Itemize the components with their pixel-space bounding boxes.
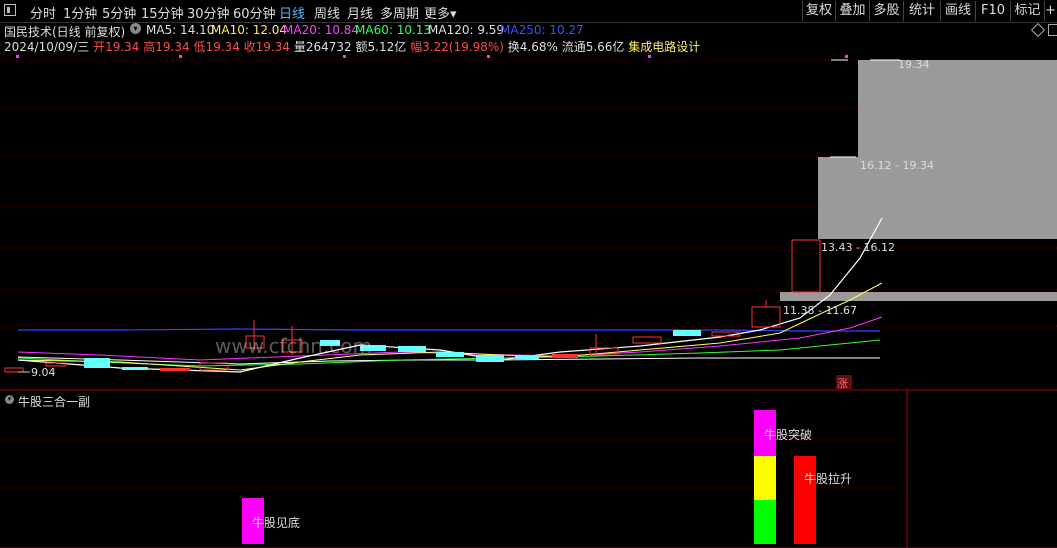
close-value: 19.34 xyxy=(255,40,291,54)
close-label: 收 xyxy=(243,40,256,54)
f10-button[interactable]: F10 xyxy=(975,1,1010,21)
period-tab-fenshi[interactable]: 分时 xyxy=(30,3,56,22)
zone-label-19: 19.34 xyxy=(898,58,930,71)
period-tab-multi[interactable]: 多周期 xyxy=(380,3,419,22)
low-label: 低 xyxy=(193,40,206,54)
period-tab-60min[interactable]: 60分钟 xyxy=(233,3,276,22)
amount-value: 额5.12亿 xyxy=(355,40,407,54)
bar-breakout-mid xyxy=(754,456,776,500)
ma5-line xyxy=(17,217,883,373)
high-value: 19.34 xyxy=(155,40,190,54)
mark-button[interactable]: 标记 xyxy=(1010,1,1044,21)
signal-breakout-label: 牛股突破 xyxy=(764,428,813,442)
turnover-value: 换4.68% xyxy=(507,40,558,54)
change-label: 幅 xyxy=(410,40,423,54)
zone-label-16-19: 16.12 - 19.34 xyxy=(860,159,934,172)
kline-chart[interactable] xyxy=(0,0,1057,548)
high-label: 高 xyxy=(143,40,156,54)
quote-date: 2024/10/09/三 xyxy=(4,40,90,54)
period-tab-more[interactable]: 更多▾ xyxy=(424,3,457,22)
signal-rise-label: 牛股拉升 xyxy=(804,472,853,486)
price-low-label: 9.04 xyxy=(31,366,56,379)
ma5-value: MA5: 14.10 xyxy=(146,23,215,37)
settings-dropdown-icon[interactable]: ▾ xyxy=(130,23,141,34)
period-tab-1min[interactable]: 1分钟 xyxy=(63,3,97,22)
stats-button[interactable]: 统计 xyxy=(903,1,940,21)
quote-line: 2024/10/09/三 开19.34 高19.34 低19.34 收19.34… xyxy=(4,38,700,55)
panel-toggle-icon[interactable] xyxy=(4,4,16,16)
draw-line-button[interactable]: 画线 xyxy=(940,1,975,21)
period-toolbar: 分时 1分钟 5分钟 15分钟 30分钟 60分钟 日线 周线 月线 多周期 更… xyxy=(0,0,1057,23)
bar-breakout-low xyxy=(754,500,776,544)
open-label: 开 xyxy=(93,40,106,54)
add-watchlist-button[interactable]: +自 xyxy=(1044,1,1057,21)
overlay-button[interactable]: 叠加 xyxy=(835,1,869,21)
ma120-value: MA120: 9.59 xyxy=(428,23,505,37)
period-tab-monthly[interactable]: 月线 xyxy=(347,3,373,22)
change-value: 3.22(19.98%) xyxy=(422,40,504,54)
ma120-line xyxy=(18,328,880,332)
signal-bottom-label: 牛股见底 xyxy=(252,516,301,530)
float-cap-value: 流通5.66亿 xyxy=(561,40,625,54)
ma10-value: MA10: 12.04 xyxy=(211,23,288,37)
ma250-line xyxy=(17,356,880,365)
ma20-value: MA20: 10.84 xyxy=(283,23,360,37)
volume-value: 量264732 xyxy=(293,40,352,54)
period-tab-15min[interactable]: 15分钟 xyxy=(141,3,184,22)
zone-label-11: 11.38 - 11.67 xyxy=(783,304,857,317)
indicator-dropdown-icon[interactable]: ▾ xyxy=(5,395,14,404)
watermark: www.cfchn.com xyxy=(215,334,373,358)
period-tab-daily[interactable]: 日线 xyxy=(279,3,305,22)
window-icon[interactable] xyxy=(1048,24,1057,36)
chevron-down-icon: ▾ xyxy=(450,7,457,22)
sector-value: 集成电路设计 xyxy=(628,40,701,54)
zone-label-13-16: 13.43 - 16.12 xyxy=(821,241,895,254)
period-tab-30min[interactable]: 30分钟 xyxy=(187,3,230,22)
zone-19 xyxy=(858,60,1057,157)
zone-11 xyxy=(780,292,1057,301)
low-value: 19.34 xyxy=(205,40,240,54)
ma250-value: MA250: 10.27 xyxy=(500,23,584,37)
multi-stock-button[interactable]: 多股 xyxy=(869,1,903,21)
zhang-tag: 涨 xyxy=(837,377,848,390)
period-tab-5min[interactable]: 5分钟 xyxy=(102,3,136,22)
period-tab-weekly[interactable]: 周线 xyxy=(314,3,340,22)
ma60-value: MA60: 10.13 xyxy=(355,23,432,37)
zone-16 xyxy=(818,157,1057,239)
open-value: 19.34 xyxy=(105,40,140,54)
top-markers xyxy=(16,55,848,58)
indicator-title: 牛股三合一副 xyxy=(18,395,91,409)
indicator-bars xyxy=(242,410,816,544)
candles xyxy=(4,59,848,373)
price-zones xyxy=(780,59,1057,301)
fuquan-button[interactable]: 复权 xyxy=(802,1,835,21)
